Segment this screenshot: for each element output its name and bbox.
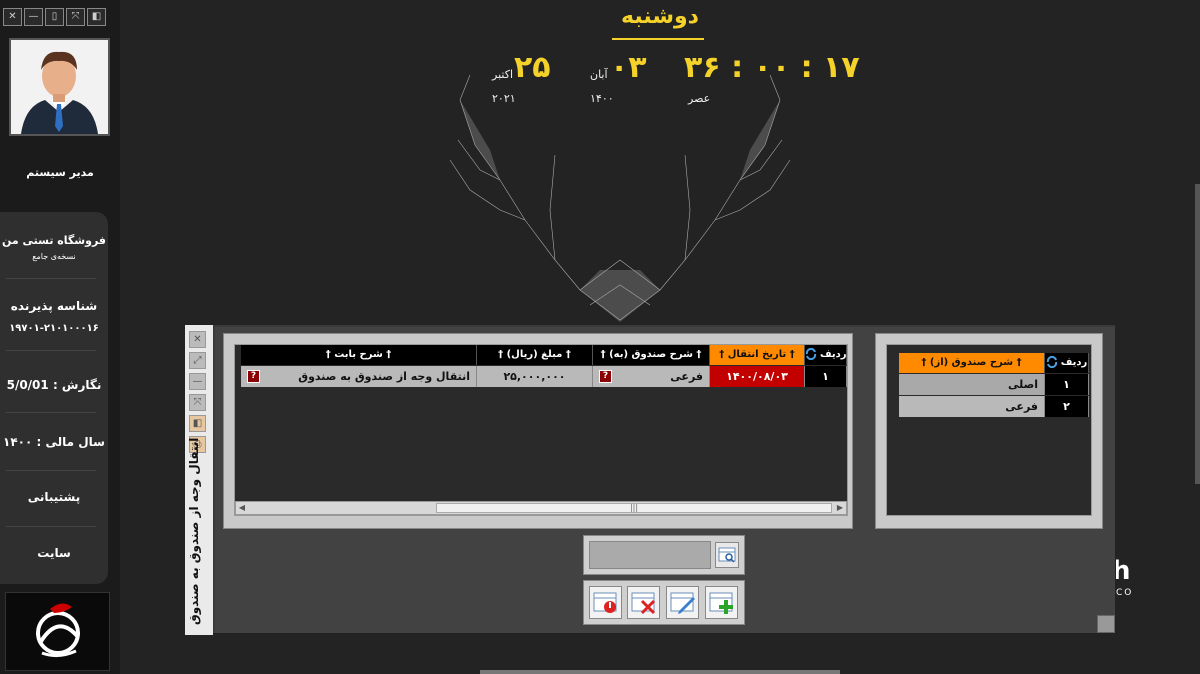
header-reason[interactable]: † شرح بابت † (241, 345, 477, 365)
fiscal-year-label: سال مالی : ۱۴۰۰ (3, 435, 105, 449)
bottom-scroll[interactable] (480, 670, 840, 674)
clock-period: عصر (688, 92, 711, 105)
user-avatar-icon (11, 40, 108, 134)
table-row-number[interactable]: ۱ (1045, 374, 1089, 395)
close-window-button[interactable]: ✕ (3, 8, 22, 26)
right-edge-scroll[interactable] (1195, 184, 1200, 484)
table-cell-date[interactable]: ۱۴۰۰/۰۸/۰۳ (710, 366, 805, 387)
header-row-number-label: ردیف (1060, 357, 1088, 368)
header-transfer-date[interactable]: † تاریخ انتقال † (710, 345, 805, 365)
fullscreen-button[interactable]: ⤧ (66, 8, 85, 26)
cancel-button[interactable] (589, 586, 622, 619)
header-source-box[interactable]: † شرح صندوق (از) † (899, 353, 1045, 373)
delete-icon (631, 592, 656, 615)
divider (6, 278, 96, 279)
question-icon[interactable]: ? (599, 370, 612, 383)
clock-time: ۳۶ : ۰۰ : ۱۷ (684, 50, 860, 85)
scroll-right-icon[interactable]: ▶ (834, 502, 846, 514)
table-cell-source[interactable]: اصلی (899, 374, 1045, 395)
dialog-title: انتقال وجه از صندوق به صندوق (187, 437, 201, 625)
avatar[interactable] (9, 38, 110, 136)
store-name: فروشگاه تستی من (1, 234, 107, 247)
source-grid-panel: ردیف † شرح صندوق (از) † ۱ اصلی ۲ فرعی (875, 333, 1103, 529)
edit-button[interactable] (666, 586, 699, 619)
edit-icon (670, 592, 695, 614)
info-panel: فروشگاه تستی من نسخه‌ی جامع شناسه پذیرند… (0, 212, 108, 584)
scrollbar-thumb[interactable]: ||| (436, 503, 832, 513)
transfer-grid-panel: ردیف † تاریخ انتقال † † شرح صندوق (به) †… (223, 333, 853, 529)
divider (6, 350, 96, 351)
resize-grip-icon[interactable] (1097, 615, 1115, 633)
divider (6, 526, 96, 527)
divider (6, 470, 96, 471)
refresh-icon[interactable] (805, 347, 817, 361)
add-icon (709, 592, 733, 614)
user-name: مدیر سیستم (26, 166, 94, 179)
store-subtitle: نسخه‌ی جامع (32, 252, 76, 261)
divider (6, 412, 96, 413)
persian-year: ۱۴۰۰ (590, 92, 614, 105)
destination-value: فرعی (670, 370, 703, 383)
acceptor-value: ۱۹۷۰۱-۲۱۰۱۰۰۰۱۶ (9, 323, 99, 334)
search-bar (583, 535, 745, 575)
support-link[interactable]: پشتیبانی (0, 490, 108, 504)
dialog-title-strip: ✕ ⤢ — ⤧ ◧ ⎙ انتقال وجه از صندوق به صندوق (185, 325, 213, 635)
search-input[interactable] (589, 541, 711, 569)
sidebar: ✕ — ▯ ⤧ ◧ مدیر سیستم فروشگاه تستی من نسخ… (0, 0, 120, 674)
horizontal-scrollbar[interactable]: ◀ ||| ▶ (235, 501, 847, 515)
gregorian-day: ۲۵ (514, 50, 551, 85)
brand-sub: CO (1116, 588, 1134, 598)
transfer-grid: ردیف † تاریخ انتقال † † شرح صندوق (به) †… (234, 344, 848, 516)
window-buttons: ✕ — ▯ ⤧ ◧ (3, 8, 106, 26)
persian-month: آبان (590, 68, 608, 81)
sidebar-toggle-button[interactable]: ◧ (87, 8, 106, 26)
minimize-window-button[interactable]: — (24, 8, 43, 26)
header-row-number[interactable]: ردیف (805, 345, 847, 365)
table-cell-reason[interactable]: انتقال وجه از صندوق به صندوق ? (241, 366, 477, 387)
table-row-number[interactable]: ۲ (1045, 396, 1089, 417)
header-amount[interactable]: † مبلغ (ریال) † (477, 345, 593, 365)
site-link[interactable]: سایت (0, 546, 108, 560)
delete-button[interactable] (627, 586, 660, 619)
close-icon[interactable]: ✕ (189, 331, 206, 348)
question-icon[interactable]: ? (247, 370, 260, 383)
header-row-number[interactable]: ردیف (1045, 353, 1089, 373)
refresh-icon[interactable] (1046, 355, 1058, 369)
scroll-left-icon[interactable]: ◀ (236, 502, 248, 514)
day-name: دوشنبه (621, 4, 699, 29)
header-destination-box[interactable]: † شرح صندوق (به) † (593, 345, 710, 365)
persian-day: ۰۳ (610, 50, 647, 85)
search-icon (718, 547, 736, 563)
table-cell-destination[interactable]: فرعی ? (593, 366, 710, 387)
table-row-number[interactable]: ۱ (805, 366, 847, 387)
action-toolbar (583, 580, 745, 625)
add-button[interactable] (705, 586, 738, 619)
gregorian-month: اکتبر (492, 68, 514, 81)
app-logo-icon (36, 603, 80, 658)
cancel-icon (593, 592, 617, 613)
restore-window-button[interactable]: ▯ (45, 8, 64, 26)
table-cell-amount[interactable]: ۲۵,۰۰۰,۰۰۰ (477, 366, 593, 387)
source-grid: ردیف † شرح صندوق (از) † ۱ اصلی ۲ فرعی (886, 344, 1092, 516)
table-cell-source[interactable]: فرعی (899, 396, 1045, 417)
app-logo (5, 592, 110, 671)
version-label: نگارش : 5/0/01 (6, 378, 102, 392)
reason-value: انتقال وجه از صندوق به صندوق (298, 370, 470, 383)
search-button[interactable] (715, 542, 739, 568)
acceptor-label: شناسه پذیرنده (10, 299, 98, 313)
header-row-number-label: ردیف (820, 349, 847, 360)
gregorian-year: ۲۰۲۱ (492, 92, 516, 105)
divider (612, 38, 704, 40)
